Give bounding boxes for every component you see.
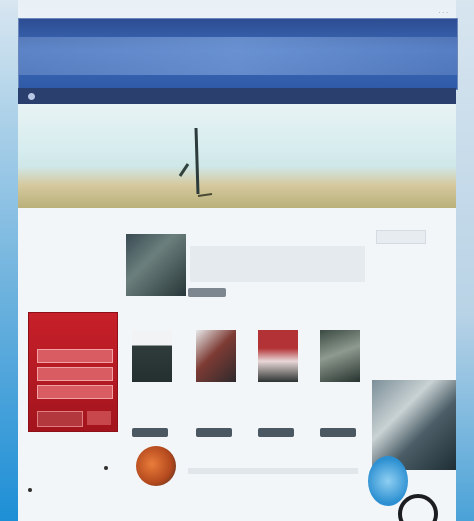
bullet-icon: [104, 466, 108, 470]
bullet-icon: [28, 488, 32, 492]
promo-field-3[interactable]: [37, 385, 113, 399]
desktop-right-edge: [456, 0, 474, 521]
product-thumbnail[interactable]: [258, 330, 298, 382]
avatar[interactable]: [136, 446, 176, 486]
promo-signup-panel: [28, 312, 118, 432]
desktop-left-edge: [0, 0, 18, 521]
hero-banner: [18, 104, 456, 208]
product-thumbnail[interactable]: [132, 330, 172, 382]
browser-page: · · ·: [0, 0, 474, 521]
featured-image[interactable]: [126, 234, 186, 296]
promo-field-1[interactable]: [37, 349, 113, 363]
main-nav: [18, 88, 456, 104]
desktop-bubble-graphic: [368, 456, 408, 506]
promo-submit-button[interactable]: [37, 411, 83, 427]
product-card[interactable]: [320, 330, 372, 440]
product-thumbnail[interactable]: [196, 330, 236, 382]
sailboat-graphic: [178, 127, 213, 197]
featured-read-more-button[interactable]: [188, 288, 226, 297]
footer-divider: [188, 468, 358, 474]
product-button[interactable]: [132, 428, 168, 437]
home-icon[interactable]: [28, 92, 35, 100]
product-button[interactable]: [320, 428, 356, 437]
promo-field-2[interactable]: [37, 367, 113, 381]
promo-secondary-button[interactable]: [87, 411, 111, 425]
product-card[interactable]: [132, 330, 184, 440]
product-button[interactable]: [258, 428, 294, 437]
search-input[interactable]: [376, 230, 426, 244]
product-card[interactable]: [196, 330, 248, 440]
site-header: [18, 18, 458, 90]
product-button[interactable]: [196, 428, 232, 437]
featured-summary: [190, 246, 365, 282]
header-banner-graphic: [19, 37, 457, 75]
top-utility-meta: · · ·: [438, 10, 448, 17]
product-thumbnail[interactable]: [320, 330, 360, 382]
product-card[interactable]: [258, 330, 310, 440]
